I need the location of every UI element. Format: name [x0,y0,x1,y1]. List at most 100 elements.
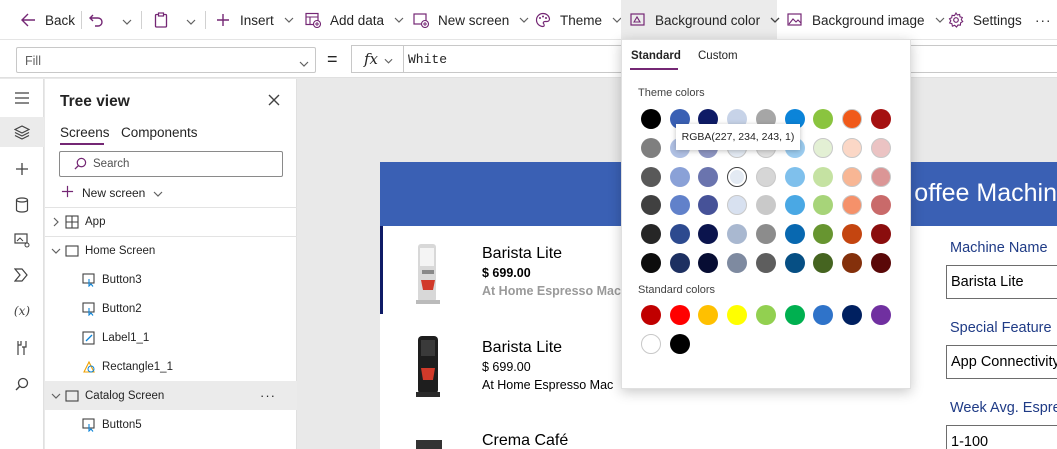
color-swatch[interactable] [756,195,776,215]
color-swatch[interactable] [670,224,690,244]
color-swatch[interactable] [871,253,891,273]
fx-button[interactable]: fx [351,45,403,73]
machine-name-field[interactable]: Barista Lite [946,265,1057,299]
color-swatch[interactable] [641,109,661,129]
hamburger-icon[interactable] [0,83,44,113]
color-swatch[interactable] [842,167,862,187]
back-button[interactable]: Back [20,0,75,40]
more-button[interactable]: ··· [1035,0,1052,40]
color-swatch[interactable] [698,195,718,215]
undo-dropdown[interactable] [122,0,132,40]
color-swatch[interactable] [670,334,690,354]
tree-item-button3[interactable]: Button3 [45,265,297,294]
tree-item-home-screen[interactable]: Home Screen [45,236,297,265]
color-swatch[interactable] [813,305,833,325]
color-swatch[interactable] [871,138,891,158]
tree-item-button5[interactable]: Button5 [45,410,297,439]
property-dropdown[interactable]: Fill [16,47,316,73]
new-screen-link[interactable]: New screen [61,183,163,203]
insert-button[interactable]: Insert [215,0,294,40]
color-swatch[interactable] [842,109,862,129]
paste-dropdown[interactable] [186,0,196,40]
color-swatch[interactable] [871,195,891,215]
color-swatch[interactable] [842,305,862,325]
power-automate-icon[interactable] [0,260,44,290]
color-swatch[interactable] [842,195,862,215]
tree-item-button2[interactable]: Button2 [45,294,297,323]
color-swatch[interactable] [641,167,661,187]
color-swatch[interactable] [727,253,747,273]
color-swatch[interactable] [756,167,776,187]
theme-button[interactable]: Theme [535,0,622,40]
color-swatch[interactable] [641,305,661,325]
row-more-button[interactable]: ··· [260,388,276,403]
color-swatch[interactable] [698,167,718,187]
color-swatch[interactable] [785,224,805,244]
button-control-icon [82,417,96,432]
color-swatch[interactable] [813,195,833,215]
color-swatch[interactable] [698,305,718,325]
color-swatch[interactable] [756,253,776,273]
background-color-button[interactable]: Background color [621,0,780,40]
color-swatch[interactable] [785,305,805,325]
color-swatch[interactable] [813,109,833,129]
color-swatch[interactable] [670,253,690,273]
plus-icon[interactable] [0,154,44,184]
color-swatch[interactable] [813,138,833,158]
color-swatch[interactable] [842,138,862,158]
color-swatch[interactable] [871,167,891,187]
color-swatch[interactable] [641,334,661,354]
color-swatch[interactable] [670,305,690,325]
tab-custom[interactable]: Custom [698,50,738,62]
left-rail: (x) [0,79,44,449]
color-swatch[interactable] [727,224,747,244]
color-swatch[interactable] [871,109,891,129]
color-swatch[interactable] [727,195,747,215]
tree-search-input[interactable]: Search [59,151,283,177]
color-swatch[interactable] [641,138,661,158]
background-image-button[interactable]: Background image [787,0,945,40]
color-swatch[interactable] [813,167,833,187]
color-swatch[interactable] [641,253,661,273]
new-screen-button[interactable]: New screen [413,0,529,40]
search-icon[interactable] [0,369,44,399]
close-icon[interactable] [267,93,283,109]
color-swatch[interactable] [641,195,661,215]
color-swatch[interactable] [813,224,833,244]
color-swatch[interactable] [698,253,718,273]
layers-icon[interactable] [0,117,44,147]
database-icon[interactable] [0,190,44,220]
color-swatch[interactable] [670,167,690,187]
paste-button[interactable] [153,0,178,40]
color-swatch[interactable] [871,305,891,325]
tab-screens[interactable]: Screens [60,125,110,140]
tools-icon[interactable] [0,333,44,363]
color-swatch[interactable] [698,224,718,244]
color-swatch[interactable] [756,305,776,325]
color-swatch[interactable] [813,253,833,273]
color-swatch[interactable] [842,224,862,244]
color-swatch[interactable] [641,224,661,244]
add-data-button[interactable]: Add data [305,0,404,40]
tree-item-label1-1[interactable]: Label1_1 [45,323,297,352]
media-icon[interactable] [0,225,44,255]
week-avg-field[interactable]: 1-100 [946,425,1057,449]
color-swatch[interactable] [785,167,805,187]
variables-icon[interactable]: (x) [0,296,44,326]
color-swatch[interactable] [871,224,891,244]
settings-button[interactable]: Settings [948,0,1022,40]
color-swatch[interactable] [670,195,690,215]
tree-item-catalog-screen[interactable]: Catalog Screen ··· [45,381,297,410]
color-swatch[interactable] [785,195,805,215]
color-swatch[interactable] [727,167,747,187]
color-swatch[interactable] [785,253,805,273]
color-swatch[interactable] [756,224,776,244]
color-swatch[interactable] [842,253,862,273]
tree-item-app[interactable]: App [45,207,297,236]
tree-item-rectangle1-1[interactable]: Rectangle1_1 [45,352,297,381]
tab-standard[interactable]: Standard [631,50,681,62]
special-feature-field[interactable]: App Connectivity [946,345,1057,379]
undo-button[interactable] [88,0,113,40]
tab-components[interactable]: Components [121,125,198,140]
color-swatch[interactable] [727,305,747,325]
